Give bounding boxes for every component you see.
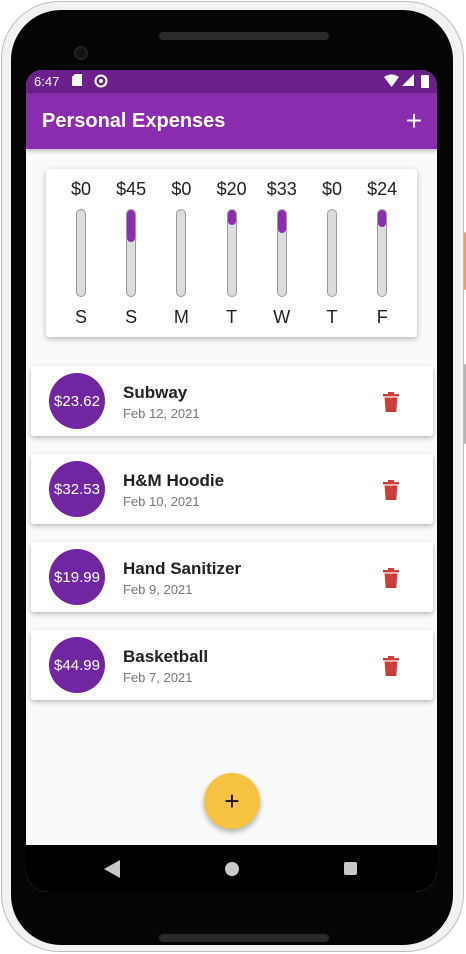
chart-bar-amount: $45	[116, 179, 147, 199]
transaction-card: $32.53 H&M Hoodie Feb 10, 2021	[31, 454, 433, 524]
chart-bar-track	[176, 209, 187, 297]
transaction-title: H&M Hoodie	[123, 471, 225, 490]
chart-bar-track	[126, 209, 137, 297]
chart-bar-track	[327, 209, 337, 297]
system-nav-bar	[26, 845, 437, 892]
chart-day-label: T	[226, 307, 238, 327]
chart-bar-column: $24 F	[357, 179, 407, 329]
chart-bar-fill	[378, 210, 387, 228]
delete-icon[interactable]	[383, 392, 399, 412]
transaction-date: Feb 7, 2021	[123, 670, 193, 685]
chart-day-label: S	[74, 307, 87, 327]
transaction-title: Subway	[123, 383, 188, 402]
add-icon[interactable]: +	[399, 105, 429, 136]
chart-bar-column: $20 T	[207, 179, 257, 329]
chart-bar-column: $0 M	[156, 179, 206, 329]
transaction-title: Hand Sanitizer	[123, 559, 242, 578]
add-expense-fab[interactable]: +	[204, 773, 260, 829]
transaction-card: $23.62 Subway Feb 12, 2021	[31, 366, 433, 436]
amount-avatar: $44.99	[49, 637, 105, 693]
amount-avatar: $19.99	[49, 549, 105, 605]
chart-bar-track	[76, 209, 86, 297]
chart-bar-fill	[127, 210, 136, 242]
chart-day-label: T	[326, 307, 338, 327]
transaction-card: $19.99 Hand Sanitizer Feb 9, 2021	[31, 542, 433, 612]
amount-avatar: $23.62	[49, 373, 105, 429]
chart-day-label: W	[273, 307, 291, 327]
transaction-date: Feb 10, 2021	[123, 494, 200, 509]
chart-day-label: S	[125, 307, 138, 327]
app-screen: 6:47 Personal Expenses + $0 S $45 S $0 M $20 T $…	[26, 70, 437, 892]
chart-day-label: F	[376, 307, 388, 327]
wifi-icon	[384, 74, 399, 87]
chart-bar-column: $33 W	[257, 179, 307, 329]
chart-bar-column: $0 S	[56, 179, 106, 329]
earpiece-speaker	[159, 32, 329, 40]
chart-bar-column: $45 S	[106, 179, 156, 329]
home-icon[interactable]	[225, 862, 239, 876]
front-camera	[74, 46, 88, 60]
transaction-date: Feb 12, 2021	[123, 406, 200, 421]
delete-icon[interactable]	[383, 480, 399, 500]
bottom-speaker	[159, 934, 329, 942]
back-icon[interactable]	[104, 860, 120, 878]
chart-bar-amount: $0	[171, 179, 192, 199]
weekly-chart-card: $0 S $45 S $0 M $20 T $33 W $0 T $24 F	[46, 169, 417, 337]
chart-bar-amount: $24	[367, 179, 398, 199]
transaction-card: $44.99 Basketball Feb 7, 2021	[31, 630, 433, 700]
status-bar: 6:47	[26, 70, 437, 93]
chart-bar-column: $0 T	[307, 179, 357, 329]
signal-icon	[402, 74, 414, 86]
chart-bar-amount: $0	[321, 179, 343, 199]
transaction-title: Basketball	[123, 647, 209, 666]
delete-icon[interactable]	[383, 568, 399, 588]
delete-icon[interactable]	[383, 656, 399, 676]
chart-bar-amount: $20	[216, 179, 247, 199]
chart-bar-track	[377, 209, 388, 297]
chart-bar-amount: $0	[70, 179, 92, 199]
chart-bar-track	[226, 209, 237, 297]
recent-apps-icon[interactable]	[344, 862, 357, 875]
app-title: Personal Expenses	[42, 110, 226, 132]
chart-bar-amount: $33	[266, 179, 297, 199]
app-bar: Personal Expenses +	[26, 93, 437, 149]
chart-bar-fill	[277, 210, 286, 234]
sd-card-icon	[72, 74, 82, 86]
amount-avatar: $32.53	[49, 461, 105, 517]
transaction-date: Feb 9, 2021	[123, 582, 193, 597]
chart-day-label: M	[173, 307, 189, 327]
status-time: 6:47	[34, 74, 60, 89]
sync-icon	[94, 74, 108, 88]
battery-icon	[421, 75, 429, 88]
chart-bar-fill	[227, 210, 236, 225]
chart-bar-track	[276, 209, 287, 297]
